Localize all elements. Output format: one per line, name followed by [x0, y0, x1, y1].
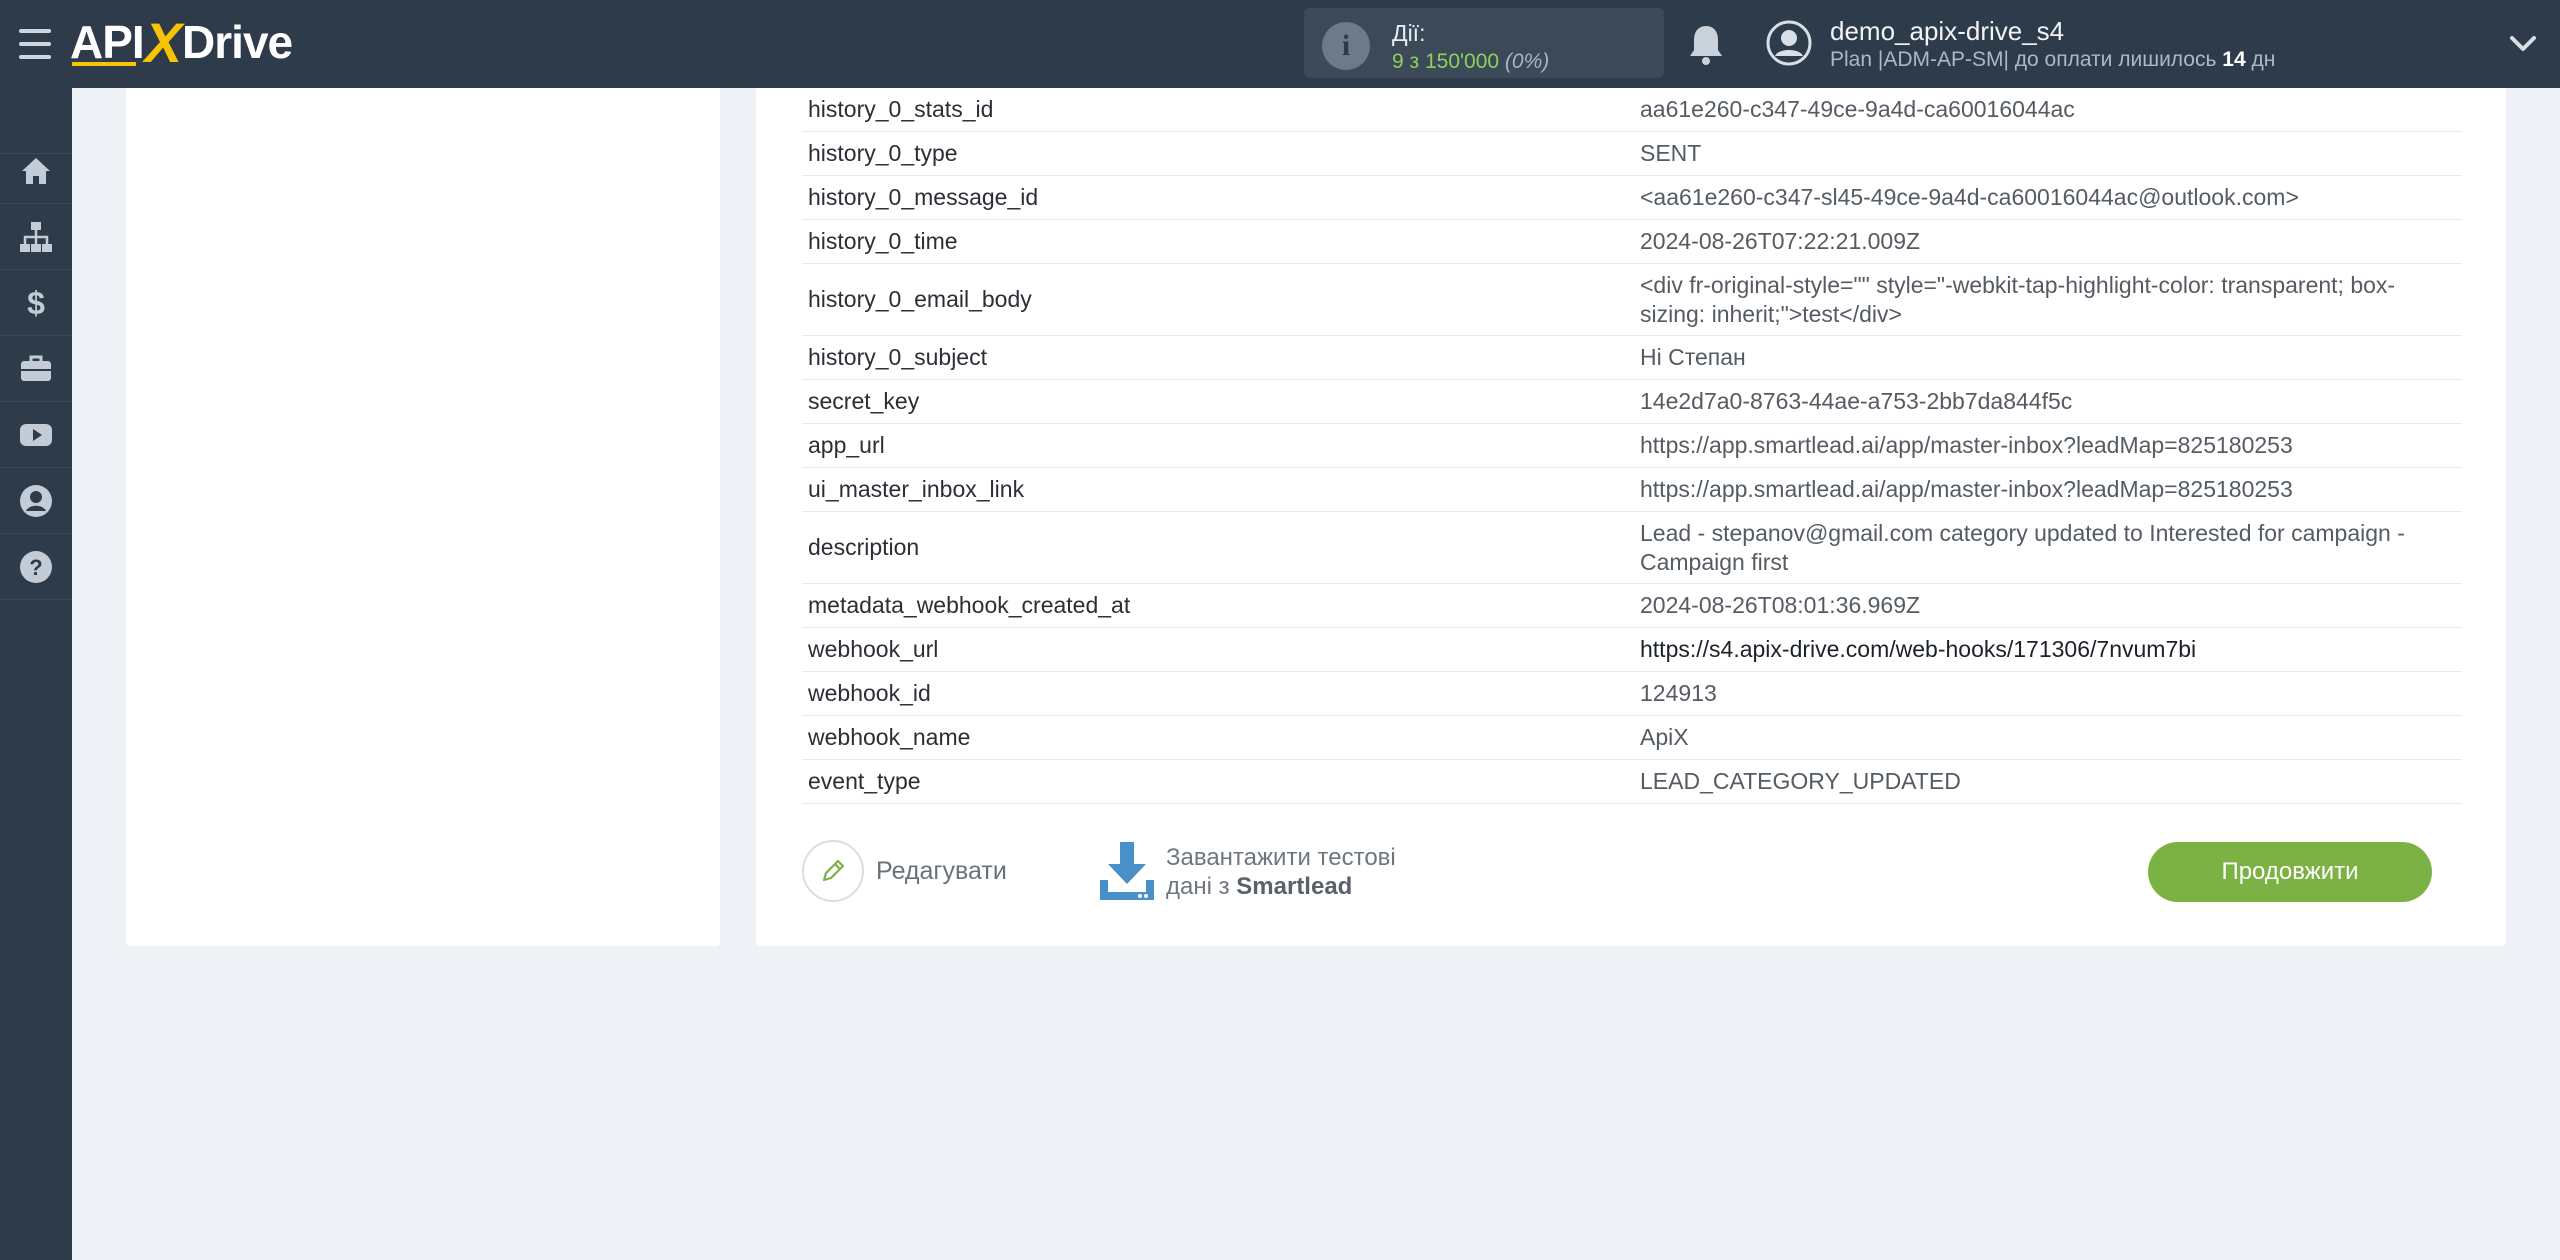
field-value: <div fr-original-style="" style="-webkit…	[1640, 271, 2396, 327]
field-value: https://app.smartlead.ai/app/master-inbo…	[1640, 476, 2293, 502]
sidebar-item-video[interactable]	[0, 402, 72, 468]
field-value: https://s4.apix-drive.com/web-hooks/1713…	[1640, 636, 2197, 662]
user-avatar-icon[interactable]	[1766, 20, 1812, 66]
table-row: metadata_webhook_created_at 2024-08-26T08…	[802, 584, 2462, 628]
field-value: 124913	[1640, 680, 1717, 706]
field-value: LEAD_CATEGORY_UPDATED	[1640, 768, 1961, 794]
load-label: Завантажити тестові дані з Smartlead	[1166, 843, 1396, 901]
field-key: history_0_message_id	[808, 184, 1039, 210]
field-value: 14e2d7a0-8763-44ae-a753-2bb7da844f5c	[1640, 388, 2073, 414]
bell-icon[interactable]	[1686, 22, 1726, 66]
table-row: history_0_subject Hi Степан	[802, 336, 2462, 380]
user-circle-icon	[20, 484, 52, 517]
edit-icon-circle	[802, 840, 864, 902]
field-value: https://app.smartlead.ai/app/master-inbo…	[1640, 432, 2293, 458]
sidebar-item-billing[interactable]: $	[0, 270, 72, 336]
menu-icon[interactable]	[16, 26, 54, 62]
table-row: webhook_name ApiX	[802, 716, 2462, 760]
table-row: event_type LEAD_CATEGORY_UPDATED	[802, 760, 2462, 804]
logo-x-text: X	[144, 10, 182, 74]
field-key: metadata_webhook_created_at	[808, 592, 1131, 618]
field-key: webhook_url	[808, 636, 939, 662]
continue-button[interactable]: Продовжити	[2148, 842, 2432, 902]
field-key: description	[808, 534, 920, 560]
load-label-line1: Завантажити тестові	[1166, 844, 1396, 871]
table-row: history_0_email_body <div fr-original-sty…	[802, 264, 2462, 336]
home-icon	[22, 157, 50, 184]
table-row: history_0_message_id <aa61e260-c347-sl45-…	[802, 176, 2462, 220]
table-row: history_0_stats_id aa61e260-c347-49ce-9a4…	[802, 88, 2462, 132]
test-data-table: history_0_stats_id aa61e260-c347-49ce-9a4…	[802, 88, 2462, 804]
sidebar-item-home[interactable]	[0, 138, 72, 204]
table-row: history_0_type SENT	[802, 132, 2462, 176]
edit-label: Редагувати	[876, 856, 1007, 885]
field-key: ui_master_inbox_link	[808, 476, 1025, 502]
edit-button[interactable]: Редагувати	[802, 840, 1007, 902]
actions-percent: (0%)	[1504, 50, 1550, 73]
actions-count-value: 9 з 150'000	[1392, 50, 1500, 73]
table-row: ui_master_inbox_link https://app.smartlea…	[802, 468, 2462, 512]
load-label-prefix: дані з	[1166, 873, 1237, 900]
test-data-panel: history_0_stats_id aa61e260-c347-49ce-9a4…	[756, 88, 2506, 946]
field-value: ApiX	[1640, 724, 1689, 750]
table-row: webhook_id 124913	[802, 672, 2462, 716]
load-source-name: Smartlead	[1236, 873, 1353, 900]
field-key: event_type	[808, 768, 921, 794]
sidebar-item-account[interactable]	[0, 468, 72, 534]
field-key: history_0_time	[808, 228, 958, 254]
field-value: SENT	[1640, 140, 1702, 166]
youtube-icon	[20, 423, 52, 446]
field-value: <aa61e260-c347-sl45-49ce-9a4d-ca60016044…	[1640, 184, 2299, 210]
user-plan: Plan |ADM-AP-SM| до оплати лишилось 14 д…	[1830, 48, 2275, 72]
sidebar-item-connections[interactable]	[0, 204, 72, 270]
svg-text:$: $	[27, 285, 45, 321]
field-key: secret_key	[808, 388, 920, 414]
sidebar-item-help[interactable]: ?	[0, 534, 72, 600]
load-test-data-button[interactable]: Завантажити тестові дані з Smartlead	[1096, 840, 1396, 904]
field-value: Lead - stepanov@gmail.com category updat…	[1640, 519, 2405, 575]
table-row: webhook_url https://s4.apix-drive.com/web…	[802, 628, 2462, 672]
logo-api-text: API	[70, 16, 145, 68]
left-panel	[126, 88, 720, 946]
field-key: app_url	[808, 432, 885, 458]
load-label-line2: дані з Smartlead	[1166, 872, 1396, 901]
field-value: 2024-08-26T08:01:36.969Z	[1640, 592, 1921, 618]
field-key: history_0_stats_id	[808, 96, 994, 122]
field-value: aa61e260-c347-49ce-9a4d-ca60016044ac	[1640, 96, 2075, 122]
briefcase-icon	[21, 355, 51, 381]
chevron-down-icon[interactable]	[2508, 30, 2538, 56]
svg-text:?: ?	[29, 555, 42, 580]
plan-days-suffix: дн	[2245, 48, 2276, 71]
plan-text: Plan |ADM-AP-SM| до оплати лишилось	[1830, 48, 2223, 71]
pencil-icon	[822, 859, 845, 882]
apixdrive-logo[interactable]: API X Drive	[70, 10, 293, 74]
sitemap-icon	[20, 221, 52, 252]
table-row: secret_key 14e2d7a0-8763-44ae-a753-2bb7da…	[802, 380, 2462, 424]
logo-drive-text: Drive	[182, 16, 293, 68]
field-key: history_0_email_body	[808, 286, 1032, 312]
actions-label: Дії:	[1392, 20, 1426, 46]
field-value: 2024-08-26T07:22:21.009Z	[1640, 228, 1921, 254]
actions-count: 9 з 150'000 (0%)	[1392, 50, 1549, 74]
top-bar: API X Drive i Дії: 9 з 150'000 (0%) demo_a…	[0, 0, 2560, 88]
dollar-icon: $	[27, 285, 45, 321]
sidebar-item-tools[interactable]	[0, 336, 72, 402]
info-icon: i	[1322, 22, 1370, 70]
plan-days: 14	[2222, 48, 2246, 71]
field-key: webhook_id	[808, 680, 931, 706]
user-name[interactable]: demo_apix-drive_s4	[1830, 16, 2064, 47]
field-value: Hi Степан	[1640, 344, 1746, 370]
table-row: history_0_time 2024-08-26T07:22:21.009Z	[802, 220, 2462, 264]
help-icon: ?	[20, 550, 52, 583]
download-icon	[1100, 842, 1154, 900]
field-key: webhook_name	[808, 724, 971, 750]
table-row: description Lead - stepanov@gmail.com cat…	[802, 512, 2462, 584]
actions-counter[interactable]: i Дії: 9 з 150'000 (0%)	[1304, 8, 1664, 78]
table-row: app_url https://app.smartlead.ai/app/mast…	[802, 424, 2462, 468]
logo-underline	[72, 62, 136, 66]
field-key: history_0_type	[808, 140, 958, 166]
field-key: history_0_subject	[808, 344, 987, 370]
